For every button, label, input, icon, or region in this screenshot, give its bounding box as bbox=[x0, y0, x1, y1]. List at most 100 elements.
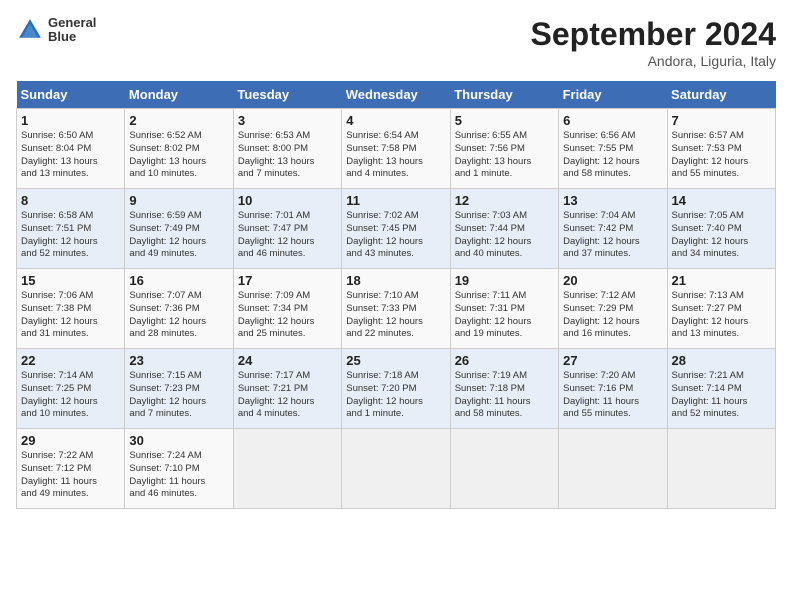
day-info: Sunrise: 6:50 AM Sunset: 8:04 PM Dayligh… bbox=[21, 130, 120, 181]
day-info: Sunrise: 7:17 AM Sunset: 7:21 PM Dayligh… bbox=[238, 370, 337, 421]
day-number: 23 bbox=[129, 353, 228, 368]
logo-icon bbox=[16, 16, 44, 44]
header: General Blue September 2024 Andora, Ligu… bbox=[16, 16, 776, 69]
day-cell: 12 Sunrise: 7:03 AM Sunset: 7:44 PM Dayli… bbox=[450, 189, 558, 269]
day-cell: 5 Sunrise: 6:55 AM Sunset: 7:56 PM Daylig… bbox=[450, 109, 558, 189]
day-number: 10 bbox=[238, 193, 337, 208]
day-number: 27 bbox=[563, 353, 662, 368]
day-number: 8 bbox=[21, 193, 120, 208]
day-info: Sunrise: 6:54 AM Sunset: 7:58 PM Dayligh… bbox=[346, 130, 445, 181]
day-number: 13 bbox=[563, 193, 662, 208]
calendar-table: SundayMondayTuesdayWednesdayThursdayFrid… bbox=[16, 81, 776, 509]
header-cell-saturday: Saturday bbox=[667, 81, 775, 109]
day-cell bbox=[450, 429, 558, 509]
day-number: 25 bbox=[346, 353, 445, 368]
day-cell: 16Sunrise: 7:07 AM Sunset: 7:36 PM Dayli… bbox=[125, 269, 233, 349]
day-number: 15 bbox=[21, 273, 120, 288]
day-number: 9 bbox=[129, 193, 228, 208]
day-number: 18 bbox=[346, 273, 445, 288]
day-cell: 3 Sunrise: 6:53 AM Sunset: 8:00 PM Daylig… bbox=[233, 109, 341, 189]
day-info: Sunrise: 6:52 AM Sunset: 8:02 PM Dayligh… bbox=[129, 130, 228, 181]
day-info: Sunrise: 7:11 AM Sunset: 7:31 PM Dayligh… bbox=[455, 290, 554, 341]
day-number: 29 bbox=[21, 433, 120, 448]
location: Andora, Liguria, Italy bbox=[531, 53, 776, 69]
header-row: SundayMondayTuesdayWednesdayThursdayFrid… bbox=[17, 81, 776, 109]
week-row-3: 15Sunrise: 7:06 AM Sunset: 7:38 PM Dayli… bbox=[17, 269, 776, 349]
day-info: Sunrise: 7:13 AM Sunset: 7:27 PM Dayligh… bbox=[672, 290, 771, 341]
day-info: Sunrise: 7:21 AM Sunset: 7:14 PM Dayligh… bbox=[672, 370, 771, 421]
day-info: Sunrise: 7:20 AM Sunset: 7:16 PM Dayligh… bbox=[563, 370, 662, 421]
day-cell: 30 Sunrise: 7:24 AM Sunset: 7:10 PM Dayli… bbox=[125, 429, 233, 509]
day-cell: 15Sunrise: 7:06 AM Sunset: 7:38 PM Dayli… bbox=[17, 269, 125, 349]
day-cell: 17 Sunrise: 7:09 AM Sunset: 7:34 PM Dayli… bbox=[233, 269, 341, 349]
day-cell: 18Sunrise: 7:10 AM Sunset: 7:33 PM Dayli… bbox=[342, 269, 450, 349]
day-info: Sunrise: 6:58 AM Sunset: 7:51 PM Dayligh… bbox=[21, 210, 120, 261]
day-info: Sunrise: 7:04 AM Sunset: 7:42 PM Dayligh… bbox=[563, 210, 662, 261]
week-row-5: 29Sunrise: 7:22 AM Sunset: 7:12 PM Dayli… bbox=[17, 429, 776, 509]
day-cell: 29Sunrise: 7:22 AM Sunset: 7:12 PM Dayli… bbox=[17, 429, 125, 509]
day-info: Sunrise: 7:01 AM Sunset: 7:47 PM Dayligh… bbox=[238, 210, 337, 261]
day-info: Sunrise: 6:55 AM Sunset: 7:56 PM Dayligh… bbox=[455, 130, 554, 181]
day-number: 24 bbox=[238, 353, 337, 368]
day-number: 2 bbox=[129, 113, 228, 128]
calendar-body: 1 Sunrise: 6:50 AM Sunset: 8:04 PM Daylig… bbox=[17, 109, 776, 509]
day-info: Sunrise: 7:03 AM Sunset: 7:44 PM Dayligh… bbox=[455, 210, 554, 261]
day-number: 3 bbox=[238, 113, 337, 128]
day-cell: 25Sunrise: 7:18 AM Sunset: 7:20 PM Dayli… bbox=[342, 349, 450, 429]
day-number: 30 bbox=[129, 433, 228, 448]
day-cell: 21 Sunrise: 7:13 AM Sunset: 7:27 PM Dayli… bbox=[667, 269, 775, 349]
day-number: 12 bbox=[455, 193, 554, 208]
day-number: 28 bbox=[672, 353, 771, 368]
week-row-4: 22 Sunrise: 7:14 AM Sunset: 7:25 PM Dayli… bbox=[17, 349, 776, 429]
day-cell: 27 Sunrise: 7:20 AM Sunset: 7:16 PM Dayli… bbox=[559, 349, 667, 429]
day-number: 11 bbox=[346, 193, 445, 208]
day-cell: 9 Sunrise: 6:59 AM Sunset: 7:49 PM Daylig… bbox=[125, 189, 233, 269]
header-cell-monday: Monday bbox=[125, 81, 233, 109]
day-number: 20 bbox=[563, 273, 662, 288]
day-cell: 14Sunrise: 7:05 AM Sunset: 7:40 PM Dayli… bbox=[667, 189, 775, 269]
day-cell: 28 Sunrise: 7:21 AM Sunset: 7:14 PM Dayli… bbox=[667, 349, 775, 429]
day-cell: 4Sunrise: 6:54 AM Sunset: 7:58 PM Daylig… bbox=[342, 109, 450, 189]
day-number: 21 bbox=[672, 273, 771, 288]
header-cell-tuesday: Tuesday bbox=[233, 81, 341, 109]
day-number: 26 bbox=[455, 353, 554, 368]
day-cell: 11 Sunrise: 7:02 AM Sunset: 7:45 PM Dayli… bbox=[342, 189, 450, 269]
day-info: Sunrise: 7:02 AM Sunset: 7:45 PM Dayligh… bbox=[346, 210, 445, 261]
day-info: Sunrise: 7:12 AM Sunset: 7:29 PM Dayligh… bbox=[563, 290, 662, 341]
day-number: 5 bbox=[455, 113, 554, 128]
header-cell-wednesday: Wednesday bbox=[342, 81, 450, 109]
day-cell: 2 Sunrise: 6:52 AM Sunset: 8:02 PM Daylig… bbox=[125, 109, 233, 189]
day-number: 22 bbox=[21, 353, 120, 368]
day-info: Sunrise: 6:56 AM Sunset: 7:55 PM Dayligh… bbox=[563, 130, 662, 181]
day-number: 7 bbox=[672, 113, 771, 128]
day-number: 19 bbox=[455, 273, 554, 288]
day-info: Sunrise: 7:15 AM Sunset: 7:23 PM Dayligh… bbox=[129, 370, 228, 421]
day-cell: 13 Sunrise: 7:04 AM Sunset: 7:42 PM Dayli… bbox=[559, 189, 667, 269]
day-cell: 24 Sunrise: 7:17 AM Sunset: 7:21 PM Dayli… bbox=[233, 349, 341, 429]
week-row-1: 1 Sunrise: 6:50 AM Sunset: 8:04 PM Daylig… bbox=[17, 109, 776, 189]
day-cell: 26 Sunrise: 7:19 AM Sunset: 7:18 PM Dayli… bbox=[450, 349, 558, 429]
day-cell: 1 Sunrise: 6:50 AM Sunset: 8:04 PM Daylig… bbox=[17, 109, 125, 189]
day-number: 1 bbox=[21, 113, 120, 128]
day-number: 6 bbox=[563, 113, 662, 128]
header-cell-thursday: Thursday bbox=[450, 81, 558, 109]
logo-line1: General bbox=[48, 16, 96, 30]
day-number: 16 bbox=[129, 273, 228, 288]
day-info: Sunrise: 7:19 AM Sunset: 7:18 PM Dayligh… bbox=[455, 370, 554, 421]
day-number: 17 bbox=[238, 273, 337, 288]
day-info: Sunrise: 7:05 AM Sunset: 7:40 PM Dayligh… bbox=[672, 210, 771, 261]
day-cell: 6 Sunrise: 6:56 AM Sunset: 7:55 PM Daylig… bbox=[559, 109, 667, 189]
day-info: Sunrise: 6:53 AM Sunset: 8:00 PM Dayligh… bbox=[238, 130, 337, 181]
day-cell bbox=[667, 429, 775, 509]
day-info: Sunrise: 7:14 AM Sunset: 7:25 PM Dayligh… bbox=[21, 370, 120, 421]
header-cell-sunday: Sunday bbox=[17, 81, 125, 109]
day-cell: 7Sunrise: 6:57 AM Sunset: 7:53 PM Daylig… bbox=[667, 109, 775, 189]
day-info: Sunrise: 6:59 AM Sunset: 7:49 PM Dayligh… bbox=[129, 210, 228, 261]
day-info: Sunrise: 7:24 AM Sunset: 7:10 PM Dayligh… bbox=[129, 450, 228, 501]
day-cell: 20 Sunrise: 7:12 AM Sunset: 7:29 PM Dayli… bbox=[559, 269, 667, 349]
day-cell: 22 Sunrise: 7:14 AM Sunset: 7:25 PM Dayli… bbox=[17, 349, 125, 429]
day-info: Sunrise: 7:09 AM Sunset: 7:34 PM Dayligh… bbox=[238, 290, 337, 341]
day-cell bbox=[559, 429, 667, 509]
month-title: September 2024 bbox=[531, 16, 776, 53]
day-cell: 19 Sunrise: 7:11 AM Sunset: 7:31 PM Dayli… bbox=[450, 269, 558, 349]
